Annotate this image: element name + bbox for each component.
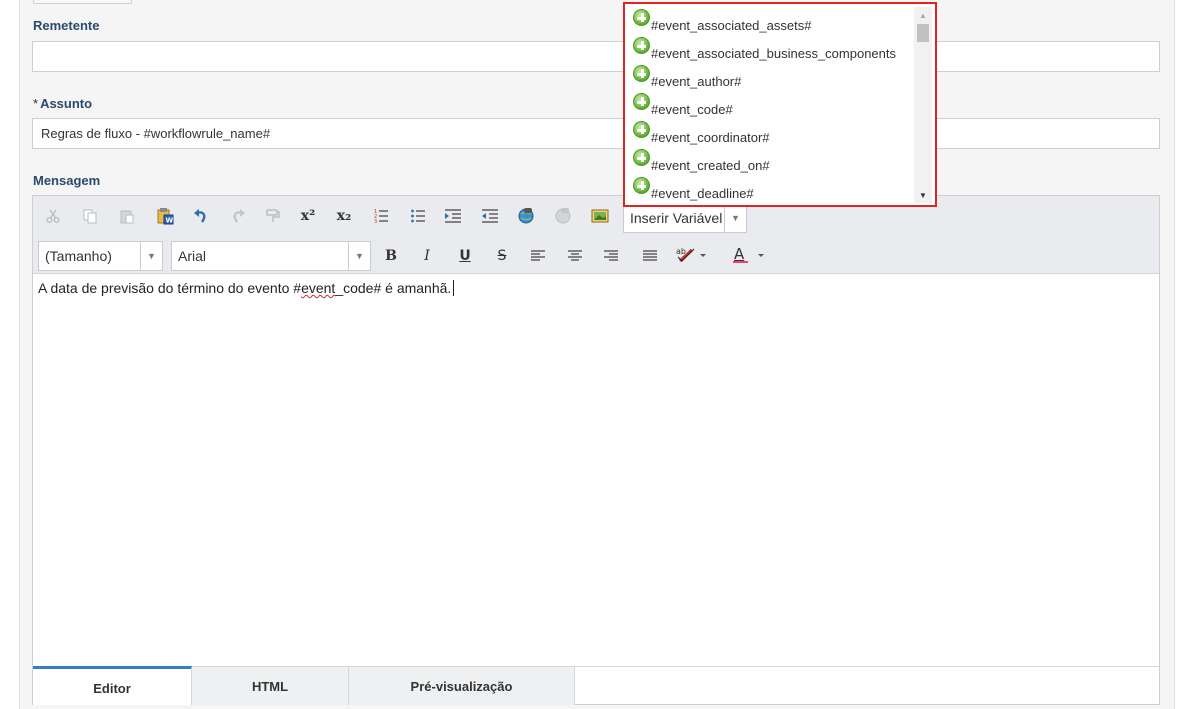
required-marker: * [33,96,39,111]
previous-field-edge [33,0,132,4]
outdent-icon[interactable] [478,204,502,228]
list-item[interactable]: #event_author# [633,65,741,89]
svg-text:W: W [166,217,174,225]
paste-icon[interactable] [115,204,139,228]
format-painter-icon[interactable] [261,204,285,228]
bold-icon[interactable]: B [379,244,403,268]
editor-text-end: _code# é amanhã. [335,280,452,296]
subject-input[interactable]: Regras de fluxo - #workflowrule_name# [32,118,1160,149]
strikethrough-icon[interactable]: S [490,244,514,268]
underline-icon[interactable]: U [453,244,477,268]
svg-text:A: A [734,245,745,263]
add-icon [633,65,650,82]
image-icon[interactable] [588,204,612,228]
add-icon [633,93,650,110]
insert-variable-select[interactable]: Inserir Variável ▼ [623,203,747,233]
font-family-select[interactable]: Arial ▼ [171,241,371,271]
message-label: Mensagem [33,173,101,188]
add-icon [633,149,650,166]
list-item[interactable]: #event_coordinator# [633,121,770,145]
svg-text:ab: ab [676,247,686,256]
ordered-list-icon[interactable]: 123 [369,204,393,228]
subject-label: * Assunto [33,96,93,111]
redo-icon[interactable] [226,204,250,228]
justify-icon[interactable] [638,244,662,268]
tab-html[interactable]: HTML [192,667,349,705]
sender-label: Remetente [33,18,100,33]
variables-list: #event_associated_assets# #event_associa… [628,7,912,203]
list-item[interactable]: #event_deadline# [633,177,754,201]
chevron-down-icon: ▼ [348,242,370,270]
undo-icon[interactable] [189,204,213,228]
unlink-icon[interactable] [551,204,575,228]
editor-toolbar: W x² x₂ 123 Inserir Variável ▼ (Tamanho)… [33,196,1159,274]
add-icon [633,121,650,138]
rich-text-editor: W x² x₂ 123 Inserir Variável ▼ (Tamanho)… [32,195,1160,705]
add-icon [633,37,650,54]
add-icon [633,177,650,194]
copy-icon[interactable] [78,204,102,228]
indent-icon[interactable] [441,204,465,228]
cut-icon[interactable] [41,204,65,228]
list-item[interactable]: #event_created_on# [633,149,770,173]
misspelled-word: event [301,280,336,296]
font-color-icon[interactable]: A [729,243,767,267]
italic-icon[interactable]: I [415,244,439,268]
scroll-down-icon[interactable]: ▼ [914,187,932,203]
scroll-up-icon[interactable]: ▲ [914,7,932,23]
tab-editor[interactable]: Editor [33,666,192,705]
dropdown-scrollbar[interactable]: ▲ ▼ [914,7,932,203]
list-item[interactable]: #event_code# [633,93,733,117]
spellcheck-icon[interactable]: ab [673,243,709,267]
tab-preview[interactable]: Pré-visualização [349,667,575,705]
unordered-list-icon[interactable] [406,204,430,228]
paste-word-icon[interactable]: W [153,204,177,228]
scroll-thumb[interactable] [917,24,929,42]
align-right-icon[interactable] [599,244,623,268]
subscript-icon[interactable]: x₂ [332,204,356,228]
chevron-down-icon: ▼ [724,204,746,232]
chevron-down-icon: ▼ [140,242,162,270]
text-cursor [453,280,455,296]
variables-dropdown: #event_associated_assets# #event_associa… [623,2,937,207]
align-left-icon[interactable] [526,244,550,268]
list-item[interactable]: #event_associated_business_components [633,37,896,61]
font-size-select[interactable]: (Tamanho) ▼ [38,241,163,271]
list-item[interactable]: #event_associated_assets# [633,9,811,33]
add-icon [633,9,650,26]
editor-text: A data de previsão do término do evento … [38,280,302,296]
align-center-icon[interactable] [563,244,587,268]
editor-mode-tabs: Editor HTML Pré-visualização [33,666,1159,705]
sender-input[interactable] [32,41,1160,72]
link-icon[interactable] [514,204,538,228]
svg-text:3: 3 [374,219,377,224]
editor-content[interactable]: A data de previsão do término do evento … [38,280,455,296]
superscript-icon[interactable]: x² [296,204,320,228]
